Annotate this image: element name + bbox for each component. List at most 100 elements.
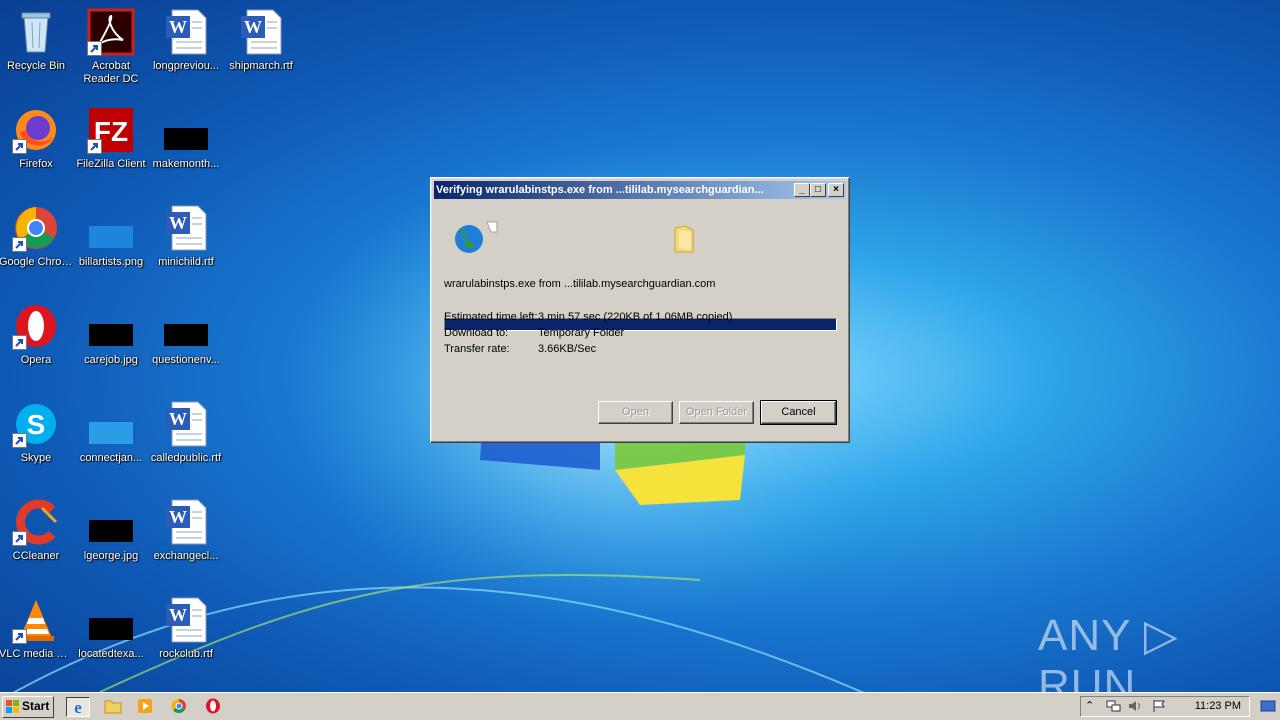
desktop-icon-label: VLC media player (0, 648, 74, 660)
desktop-icon-label: exchangecl... (153, 550, 219, 562)
desktop-icon-label: Firefox (19, 158, 53, 170)
desktop-icon-label: minichild.rtf (158, 256, 214, 268)
word-document-icon: W (162, 8, 210, 56)
image-file-icon (87, 204, 135, 252)
desktop-icon-recycle-bin[interactable]: Recycle Bin (0, 2, 74, 94)
desktop-icon-label: makemonth... (152, 158, 220, 170)
shortcut-arrow-icon (12, 237, 27, 252)
desktop-icon-exchangecl[interactable]: W exchangecl... (148, 492, 224, 584)
desktop-icon-label: Google Chrome (0, 256, 74, 268)
estimated-time-label: Estimated time left: (444, 311, 538, 323)
globe-icon (451, 218, 501, 259)
show-desktop-icon[interactable] (1260, 699, 1276, 713)
shortcut-arrow-icon (87, 41, 102, 56)
volume-icon[interactable] (1127, 699, 1143, 716)
desktop-icon-filezilla[interactable]: FZ FileZilla Client (73, 100, 149, 192)
recycle-bin-icon (12, 8, 60, 56)
desktop-icon-label: longpreviou... (152, 60, 220, 72)
desktop-icon-label: billartists.png (78, 256, 144, 268)
word-document-icon: W (162, 498, 210, 546)
system-tray: ⌃ 11:23 PM (1080, 696, 1250, 717)
desktop-icon-carejob[interactable]: carejob.jpg (73, 296, 149, 388)
desktop-icon-label: shipmarch.rtf (229, 60, 293, 72)
opera-icon[interactable] (202, 697, 226, 717)
desktop-icon-acrobat[interactable]: Acrobat Reader DC (73, 2, 149, 94)
image-file-icon (162, 302, 210, 350)
word-document-icon: W (237, 8, 285, 56)
svg-text:S: S (27, 409, 46, 440)
desktop-icon-firefox[interactable]: Firefox (0, 100, 74, 192)
desktop-icon-lgeorge[interactable]: lgeorge.jpg (73, 492, 149, 584)
desktop-icon-label: Skype (20, 452, 52, 464)
chrome-icon[interactable] (168, 697, 192, 717)
svg-text:W: W (169, 213, 187, 233)
close-button[interactable]: × (828, 183, 844, 197)
desktop-icon-shipmarch[interactable]: W shipmarch.rtf (223, 2, 299, 94)
desktop-icon-billartists[interactable]: billartists.png (73, 198, 149, 290)
svg-text:e: e (74, 698, 82, 716)
desktop-icon-label: calledpublic.rtf (150, 452, 222, 464)
desktop-icon-ccleaner[interactable]: CCleaner (0, 492, 74, 584)
desktop-icon-label: lgeorge.jpg (83, 550, 139, 562)
svg-text:W: W (169, 409, 187, 429)
image-file-icon (162, 106, 210, 154)
shortcut-arrow-icon (12, 335, 27, 350)
maximize-button[interactable]: □ (810, 183, 826, 197)
word-document-icon: W (162, 596, 210, 644)
start-button[interactable]: Start (2, 696, 54, 718)
shortcut-arrow-icon (12, 531, 27, 546)
windows-flag-icon (6, 700, 20, 714)
taskbar-clock[interactable]: 11:23 PM (1195, 697, 1241, 716)
desktop-icon-locatedtexa[interactable]: locatedtexa... (73, 590, 149, 682)
download-to-label: Download to: (444, 327, 509, 339)
media-player-icon[interactable] (134, 697, 158, 717)
open-folder-button[interactable]: Open Folder (679, 401, 754, 424)
minimize-button[interactable]: _ (794, 183, 810, 197)
desktop-icon-label: Recycle Bin (6, 60, 66, 72)
folder-icon (671, 224, 697, 257)
desktop-icon-minichild[interactable]: W minichild.rtf (148, 198, 224, 290)
transfer-rate-label: Transfer rate: (444, 343, 510, 355)
desktop-icon-google-chrome[interactable]: Google Chrome (0, 198, 74, 290)
shortcut-arrow-icon (12, 629, 27, 644)
taskbar: Start e ⌃ 11:23 PM (0, 692, 1280, 720)
explorer-folder-icon[interactable] (102, 697, 126, 717)
image-file-icon (87, 400, 135, 448)
vlc-icon (12, 596, 60, 644)
dialog-title: Verifying wrarulabinstps.exe from ...til… (436, 184, 764, 196)
cancel-button[interactable]: Cancel (760, 400, 837, 425)
desktop-icon-longpreviou[interactable]: W longpreviou... (148, 2, 224, 94)
desktop-icon-label: carejob.jpg (84, 354, 138, 366)
desktop-icon-makemonth[interactable]: makemonth... (148, 100, 224, 192)
svg-text:W: W (169, 17, 187, 37)
svg-text:W: W (169, 507, 187, 527)
desktop-icon-skype[interactable]: S Skype (0, 394, 74, 486)
acrobat-icon (87, 8, 135, 56)
open-button[interactable]: Open (598, 401, 673, 424)
internet-explorer-icon[interactable]: e (66, 697, 90, 717)
svg-text:W: W (169, 605, 187, 625)
desktop-icon-label: connectjan... (79, 452, 143, 464)
desktop-icon-rockclub[interactable]: W rockclub.rtf (148, 590, 224, 682)
svg-text:W: W (244, 17, 262, 37)
dialog-titlebar[interactable]: Verifying wrarulabinstps.exe from ...til… (434, 181, 846, 199)
ccleaner-icon (12, 498, 60, 546)
desktop-icon-questionenv[interactable]: questionenv... (148, 296, 224, 388)
filezilla-icon: FZ (87, 106, 135, 154)
download-to-value: Temporary Folder (538, 327, 625, 339)
desktop-icon-label: Opera (20, 354, 52, 366)
desktop-icon-opera[interactable]: Opera (0, 296, 74, 388)
network-icon[interactable] (1105, 699, 1121, 716)
action-center-flag-icon[interactable] (1151, 699, 1167, 716)
estimated-time-value: 3 min 57 sec (220KB of 1.06MB copied) (538, 311, 733, 323)
firefox-icon (12, 106, 60, 154)
skype-icon: S (12, 400, 60, 448)
word-document-icon: W (162, 400, 210, 448)
chrome-icon (12, 204, 60, 252)
show-hidden-icons-icon[interactable]: ⌃ (1085, 699, 1094, 712)
desktop-icon-calledpublic[interactable]: W calledpublic.rtf (148, 394, 224, 486)
title-buttons: _ □ × (794, 183, 844, 197)
start-label: Start (22, 699, 50, 713)
desktop-icon-vlc[interactable]: VLC media player (0, 590, 74, 682)
desktop-icon-connectjan[interactable]: connectjan... (73, 394, 149, 486)
